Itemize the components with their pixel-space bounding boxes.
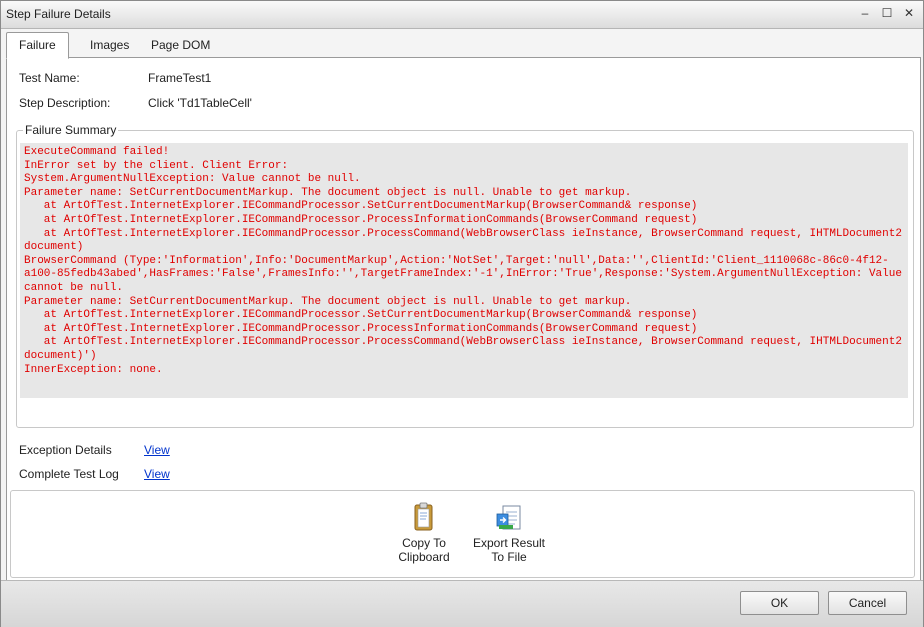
export-button-label-line2: To File	[491, 550, 527, 564]
failure-summary-text: ExecuteCommand failed! InError set by th…	[24, 146, 902, 376]
step-description-value: Click 'Td1TableCell'	[148, 96, 252, 110]
dialog-footer: OK Cancel	[1, 580, 923, 627]
close-button[interactable]: ✕	[900, 5, 918, 21]
clipboard-icon	[410, 502, 438, 532]
step-failure-dialog: Step Failure Details – ☐ ✕ Failure Image…	[0, 0, 924, 627]
cancel-button[interactable]: Cancel	[828, 591, 907, 615]
complete-test-log-label: Complete Test Log	[19, 467, 119, 481]
exception-details-label: Exception Details	[19, 443, 112, 457]
window-title: Step Failure Details	[6, 7, 111, 21]
copy-button-label-line2: Clipboard	[398, 550, 450, 564]
failure-summary-legend: Failure Summary	[23, 123, 119, 137]
test-name-label: Test Name:	[19, 71, 80, 85]
copy-to-clipboard-button[interactable]: Copy To Clipboard	[389, 502, 459, 564]
tab-page-dom[interactable]: Page DOM	[139, 34, 222, 56]
complete-test-log-view-link[interactable]: View	[144, 467, 170, 481]
maximize-button[interactable]: ☐	[878, 5, 896, 21]
step-description-label: Step Description:	[19, 96, 111, 110]
tab-failure[interactable]: Failure	[6, 32, 69, 59]
test-name-value: FrameTest1	[148, 71, 212, 85]
failure-tab-panel: Test Name: FrameTest1 Step Description: …	[6, 57, 921, 581]
export-result-button[interactable]: Export Result To File	[469, 502, 549, 564]
ok-button[interactable]: OK	[740, 591, 819, 615]
minimize-button[interactable]: –	[856, 5, 874, 21]
export-button-label-line1: Export Result	[472, 536, 546, 550]
action-toolbar: Copy To Clipboard Export Result To File	[10, 490, 915, 578]
export-file-icon	[495, 502, 523, 532]
failure-summary-console[interactable]: ExecuteCommand failed! InError set by th…	[20, 143, 908, 398]
copy-button-label-line1: Copy To	[402, 536, 446, 550]
tab-strip: Failure Images Page DOM	[6, 32, 913, 59]
title-bar: Step Failure Details – ☐ ✕	[1, 1, 923, 29]
failure-summary-group: Failure Summary ExecuteCommand failed! I…	[16, 123, 914, 428]
exception-details-view-link[interactable]: View	[144, 443, 170, 457]
tab-images[interactable]: Images	[78, 34, 141, 56]
